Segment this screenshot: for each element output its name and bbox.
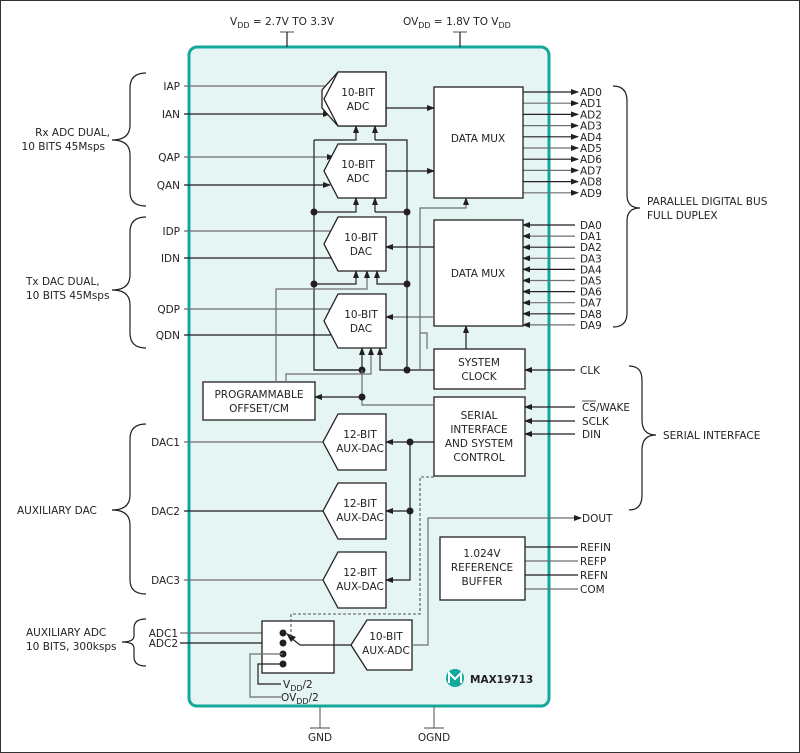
programmable-offset-block: PROGRAMMABLE OFFSET/CM [202, 381, 316, 421]
auxdac-group-label: AUXILIARY DAC [17, 505, 97, 517]
svg-text:AD5: AD5 [580, 143, 602, 155]
svg-text:BUFFER: BUFFER [462, 576, 503, 588]
tx-dac-i: 10-BIT DAC [323, 216, 387, 272]
serial-group: SERIAL INTERFACE [628, 365, 760, 511]
data-mux-dac: DATA MUX [433, 219, 524, 327]
svg-text:PROGRAMMABLE: PROGRAMMABLE [214, 389, 303, 401]
vdd-supply: VDD = 2.7V TO 3.3V [230, 16, 335, 47]
svg-text:SYSTEM: SYSTEM [458, 357, 500, 369]
svg-text:AUX-DAC: AUX-DAC [336, 443, 384, 455]
gnd-label: GND [308, 732, 332, 744]
pin-dout: DOUT [582, 513, 613, 525]
svg-text:CS/WAKE: CS/WAKE [582, 402, 630, 414]
svg-text:ADC2: ADC2 [149, 638, 178, 650]
auxadc-group: AUXILIARY ADC 10 BITS, 300ksps [26, 618, 147, 667]
svg-text:AD0: AD0 [580, 87, 602, 99]
svg-text:IDN: IDN [161, 253, 180, 265]
block-diagram: VDD = 2.7V TO 3.3V OVDD = 1.8V TO VDD GN… [17, 16, 768, 744]
svg-text:ADC: ADC [347, 173, 370, 185]
svg-text:AD3: AD3 [580, 121, 602, 133]
svg-text:DA9: DA9 [580, 320, 602, 332]
vdd-label: VDD = 2.7V TO 3.3V [230, 16, 335, 30]
svg-text:12-BIT: 12-BIT [343, 429, 377, 441]
svg-text:REFIN: REFIN [580, 542, 611, 554]
svg-text:10-BIT: 10-BIT [369, 631, 403, 643]
ognd-pin: OGND [418, 706, 450, 744]
svg-text:REFP: REFP [580, 556, 606, 568]
ovdd-label: OVDD = 1.8V TO VDD [403, 16, 511, 30]
auxadc-group-label-1: AUXILIARY ADC [26, 627, 106, 639]
svg-text:DAC1: DAC1 [151, 437, 180, 449]
auxadc-group-label-2: 10 BITS, 300ksps [26, 641, 116, 653]
svg-text:AD2: AD2 [580, 109, 602, 121]
svg-text:SERIAL: SERIAL [461, 410, 498, 422]
svg-text:QAN: QAN [157, 180, 180, 192]
svg-text:CLK: CLK [580, 365, 601, 377]
rx-adc-i: 10-BIT ADC [321, 71, 387, 127]
svg-text:10-BIT: 10-BIT [344, 232, 378, 244]
rx-group-label-1: Rx ADC DUAL, [35, 127, 110, 139]
svg-text:DATA MUX: DATA MUX [451, 268, 505, 280]
svg-text:QDP: QDP [157, 304, 180, 316]
svg-text:AD9: AD9 [580, 188, 602, 200]
svg-text:10-BIT: 10-BIT [341, 159, 375, 171]
parallel-bus-label-2: FULL DUPLEX [647, 210, 718, 222]
rx-adc-q: 10-BIT ADC [323, 143, 387, 199]
tx-dac-q: 10-BIT DAC [323, 293, 387, 349]
svg-text:DAC: DAC [350, 246, 372, 258]
svg-text:AD7: AD7 [580, 165, 602, 177]
data-mux-adc: DATA MUX [433, 86, 524, 199]
parallel-bus-label-1: PARALLEL DIGITAL BUS [647, 196, 768, 208]
rx-group-label-2: 10 BITS 45Msps [22, 141, 105, 153]
svg-text:12-BIT: 12-BIT [343, 498, 377, 510]
system-clock-block: SYSTEM CLOCK [433, 348, 526, 390]
svg-text:IDP: IDP [162, 226, 180, 238]
svg-text:QAP: QAP [158, 152, 180, 164]
svg-text:CLOCK: CLOCK [461, 371, 497, 383]
svg-text:SCLK: SCLK [582, 416, 610, 428]
svg-text:AD1: AD1 [580, 98, 602, 110]
ovdd-supply: OVDD = 1.8V TO VDD [403, 16, 511, 47]
svg-text:COM: COM [580, 584, 605, 596]
svg-text:AD6: AD6 [580, 154, 602, 166]
svg-text:10-BIT: 10-BIT [341, 87, 375, 99]
auxdac-group: AUXILIARY DAC [17, 423, 147, 595]
svg-text:DOUT: DOUT [582, 513, 613, 525]
serial-interface-label: SERIAL INTERFACE [663, 430, 760, 442]
svg-text:1.024V: 1.024V [463, 548, 501, 560]
reference-buffer-block: 1.024V REFERENCE BUFFER [439, 536, 526, 601]
tx-group: Tx DAC DUAL, 10 BITS 45Msps [25, 216, 147, 349]
svg-text:IAN: IAN [162, 109, 180, 121]
svg-text:AUX-ADC: AUX-ADC [362, 645, 410, 657]
svg-text:AD4: AD4 [580, 132, 602, 144]
svg-text:DATA MUX: DATA MUX [451, 133, 505, 145]
svg-text:AUX-DAC: AUX-DAC [336, 581, 384, 593]
tx-group-label-1: Tx DAC DUAL, [25, 276, 100, 288]
ognd-label: OGND [418, 732, 450, 744]
svg-text:INTERFACE: INTERFACE [450, 424, 507, 436]
svg-text:IAP: IAP [163, 81, 180, 93]
tx-group-label-2: 10 BITS 45Msps [26, 290, 109, 302]
serial-interface-block: SERIAL INTERFACE AND SYSTEM CONTROL [433, 396, 526, 477]
svg-text:DAC: DAC [350, 323, 372, 335]
svg-text:AND SYSTEM: AND SYSTEM [445, 438, 513, 450]
svg-text:DIN: DIN [582, 429, 601, 441]
svg-text:QDN: QDN [156, 330, 180, 342]
rx-group: Rx ADC DUAL, 10 BITS 45Msps [22, 72, 147, 207]
gnd-pin: GND [308, 706, 332, 744]
parallel-bus-group: PARALLEL DIGITAL BUS FULL DUPLEX [612, 85, 768, 328]
svg-text:ADC: ADC [347, 101, 370, 113]
svg-text:10-BIT: 10-BIT [344, 309, 378, 321]
svg-text:AD8: AD8 [580, 177, 602, 189]
svg-text:CONTROL: CONTROL [453, 452, 504, 464]
svg-text:REFN: REFN [580, 570, 608, 582]
svg-text:OFFSET/CM: OFFSET/CM [229, 403, 289, 415]
svg-text:DAC2: DAC2 [151, 506, 180, 518]
chip-name: MAX19713 [470, 674, 533, 686]
svg-text:DAC3: DAC3 [151, 575, 180, 587]
svg-text:AUX-DAC: AUX-DAC [336, 512, 384, 524]
svg-text:REFERENCE: REFERENCE [451, 562, 513, 574]
svg-text:12-BIT: 12-BIT [343, 567, 377, 579]
